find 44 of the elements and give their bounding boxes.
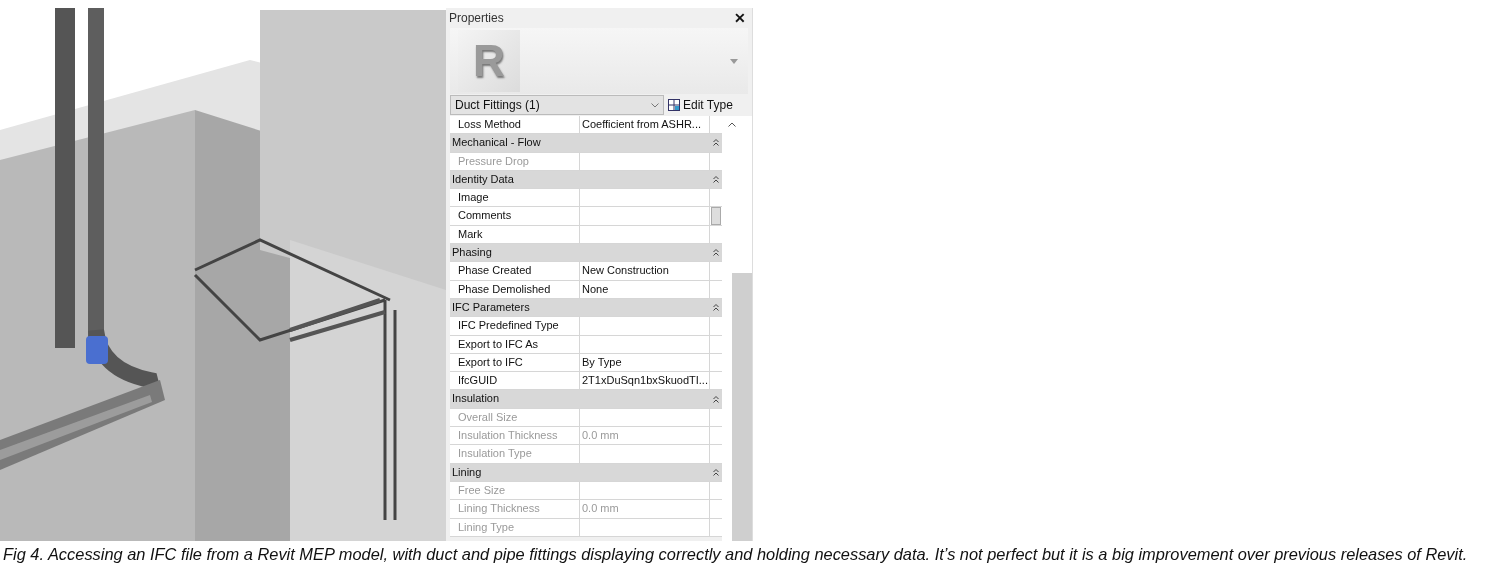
type-selector[interactable]: Duct Fittings (1) — [450, 95, 664, 115]
panel-title: Properties — [449, 11, 504, 25]
parameter-name: Insulation Type — [450, 445, 580, 463]
figure-caption: Fig 4. Accessing an IFC file from a Revit MEP model, with duct and pipe fittings displaying correctly and holding necessary data. It’s not perfect but it is a big improvement over previous releases of Revit. — [2, 544, 1469, 564]
parameter-name: Lining Type — [450, 518, 580, 536]
parameter-value[interactable]: None — [580, 280, 710, 298]
parameter-value[interactable]: 2T1xDuSqn1bxSkuodTI... — [580, 372, 710, 390]
parameter-name: Mark — [450, 225, 580, 244]
parameter-name: Phase Created — [450, 262, 580, 280]
collapse-icon[interactable] — [713, 395, 719, 403]
scrollbar-thumb[interactable] — [711, 207, 721, 225]
parameter-name: IfcGUID — [450, 372, 580, 390]
parameter-name: Phase Demolished — [450, 280, 580, 298]
parameter-value[interactable]: By Type — [580, 353, 710, 372]
parameter-value[interactable]: Coefficient from ASHR... — [580, 116, 710, 134]
parameter-value[interactable]: New Construction — [580, 262, 710, 280]
dropdown-caret-icon[interactable] — [730, 58, 738, 64]
edit-type-icon — [668, 99, 680, 111]
collapse-icon[interactable] — [713, 176, 719, 184]
chevron-icon — [651, 102, 659, 108]
group-header: Mechanical - Flow — [451, 135, 542, 151]
parameter-name: Loss Method — [450, 116, 580, 134]
scroll-up-icon[interactable] — [728, 122, 736, 127]
collapse-icon[interactable] — [713, 304, 719, 312]
group-header: Insulation — [451, 391, 501, 407]
group-header: IFC Parameters — [451, 299, 531, 315]
parameter-name: Image — [450, 189, 580, 207]
group-header: Identity Data — [451, 171, 515, 187]
parameter-name: IFC Predefined Type — [450, 317, 580, 335]
parameter-name: Export to IFC As — [450, 335, 580, 353]
group-header: Lining — [451, 464, 483, 480]
close-button[interactable]: ✕ — [732, 11, 748, 25]
parameter-name: Overall Size — [450, 408, 580, 427]
parameter-name: Lining Thickness — [450, 500, 580, 518]
collapse-icon[interactable] — [713, 468, 719, 476]
collapse-icon[interactable] — [713, 249, 719, 257]
collapse-icon[interactable] — [713, 139, 719, 147]
edit-type-button[interactable]: Edit Type — [668, 98, 733, 112]
parameter-name: Export to IFC — [450, 353, 580, 372]
parameter-name: Pressure Drop — [450, 152, 580, 170]
group-header: Phasing — [451, 245, 493, 261]
parameter-name: Insulation Thickness — [450, 427, 580, 445]
parameter-name: Comments — [450, 207, 580, 225]
parameter-name: Free Size — [450, 481, 580, 500]
